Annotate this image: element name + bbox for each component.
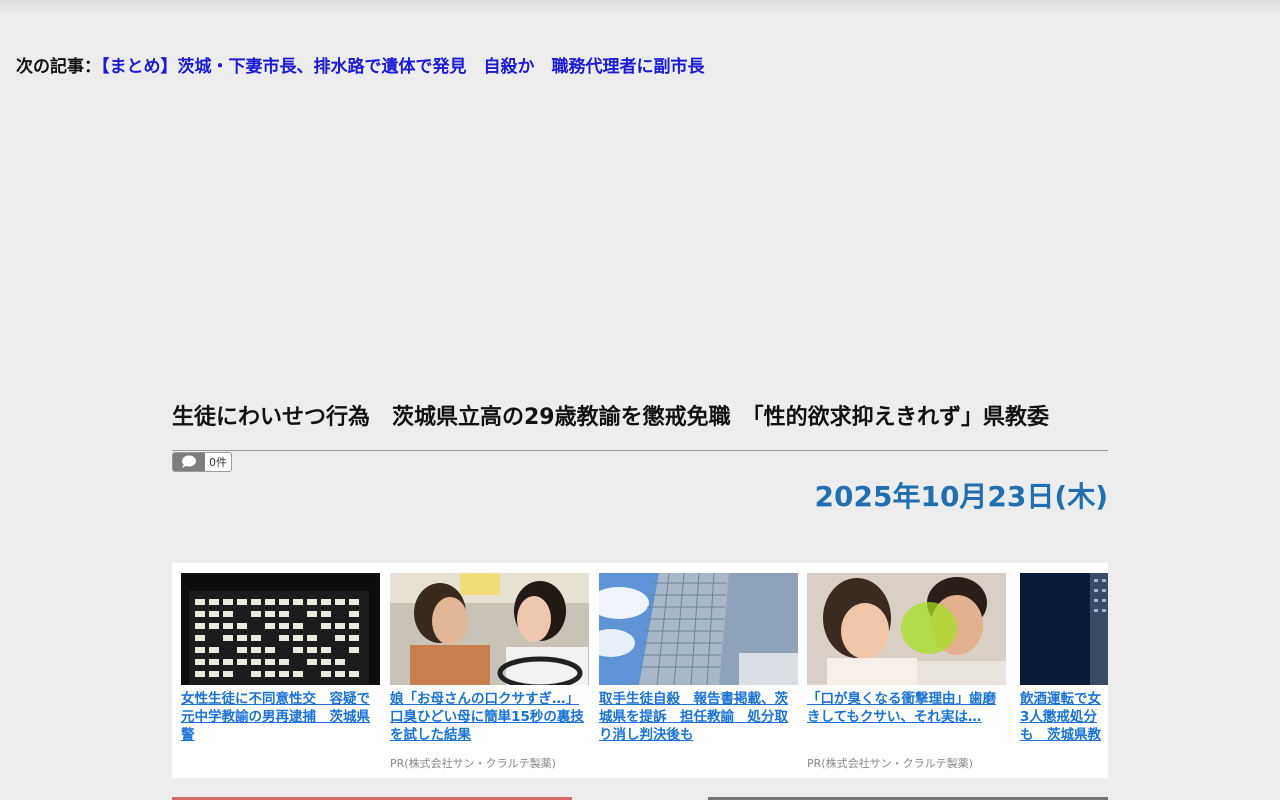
next-article-label: 次の記事： — [16, 57, 101, 77]
dark-building-photo[interactable] — [1020, 573, 1108, 685]
related-card[interactable]: 女性生徒に不同意性交 容疑で元中学教諭の男再逮捕 茨城県警 — [181, 573, 380, 744]
next-article-link[interactable]: 【まとめ】茨城・下妻市長、排水路で遺体で発見 自殺か 職務代理者に副市長 — [101, 57, 705, 77]
related-card-title[interactable]: 娘「お母さんの口クサすぎ…」口臭ひどい母に簡単15秒の裏技を試した結果 — [390, 690, 589, 744]
bad-breath-couple-photo[interactable] — [807, 573, 1006, 685]
related-card[interactable]: 「口が臭くなる衝撃理由」歯磨きしてもクサい、それ実は… PR(株式会社サン・クラ… — [807, 573, 1006, 770]
related-card-title[interactable]: 女性生徒に不同意性交 容疑で元中学教諭の男再逮捕 茨城県警 — [181, 690, 380, 744]
women-in-car-photo[interactable] — [390, 573, 589, 685]
night-office-building-photo[interactable] — [181, 573, 380, 685]
next-article-bar: 次の記事：【まとめ】茨城・下妻市長、排水路で遺体で発見 自殺か 職務代理者に副市… — [16, 52, 705, 77]
article-date: 2025年10月23日(木) — [814, 480, 1108, 513]
related-card-title[interactable]: 「口が臭くなる衝撃理由」歯磨きしてもクサい、それ実は… — [807, 690, 1006, 726]
article-header: 生徒にわいせつ行為 茨城県立高の29歳教諭を懲戒免職 「性的欲求抑えきれず」県教… — [172, 402, 1108, 515]
comment-count-badge[interactable]: 0件 — [172, 452, 232, 472]
comment-count: 0件 — [209, 456, 227, 469]
title-divider — [172, 450, 1108, 451]
comment-bubble-icon — [173, 453, 205, 471]
related-card-pr: PR(株式会社サン・クラルテ製薬) — [807, 757, 973, 770]
related-card[interactable]: 娘「お母さんの口クサすぎ…」口臭ひどい母に簡単15秒の裏技を試した結果 PR(株… — [390, 573, 589, 770]
related-card-title[interactable]: 取手生徒自殺 報告書掲載、茨城県を提訴 担任教諭 処分取り消し判決後も — [599, 690, 798, 744]
office-tower-photo[interactable] — [599, 573, 798, 685]
article-title: 生徒にわいせつ行為 茨城県立高の29歳教諭を懲戒免職 「性的欲求抑えきれず」県教… — [172, 405, 1049, 430]
related-card[interactable]: 飲酒運転で女3人懲戒処分も 茨城県教 — [1020, 573, 1108, 744]
related-card[interactable]: 取手生徒自殺 報告書掲載、茨城県を提訴 担任教諭 処分取り消し判決後も — [599, 573, 798, 744]
related-card-pr: PR(株式会社サン・クラルテ製薬) — [390, 757, 556, 770]
related-articles-carousel: 女性生徒に不同意性交 容疑で元中学教諭の男再逮捕 茨城県警 娘「お母さんの口クサ… — [172, 563, 1108, 778]
top-shadow — [0, 0, 1280, 14]
related-card-title[interactable]: 飲酒運転で女3人懲戒処分も 茨城県教 — [1020, 690, 1104, 744]
